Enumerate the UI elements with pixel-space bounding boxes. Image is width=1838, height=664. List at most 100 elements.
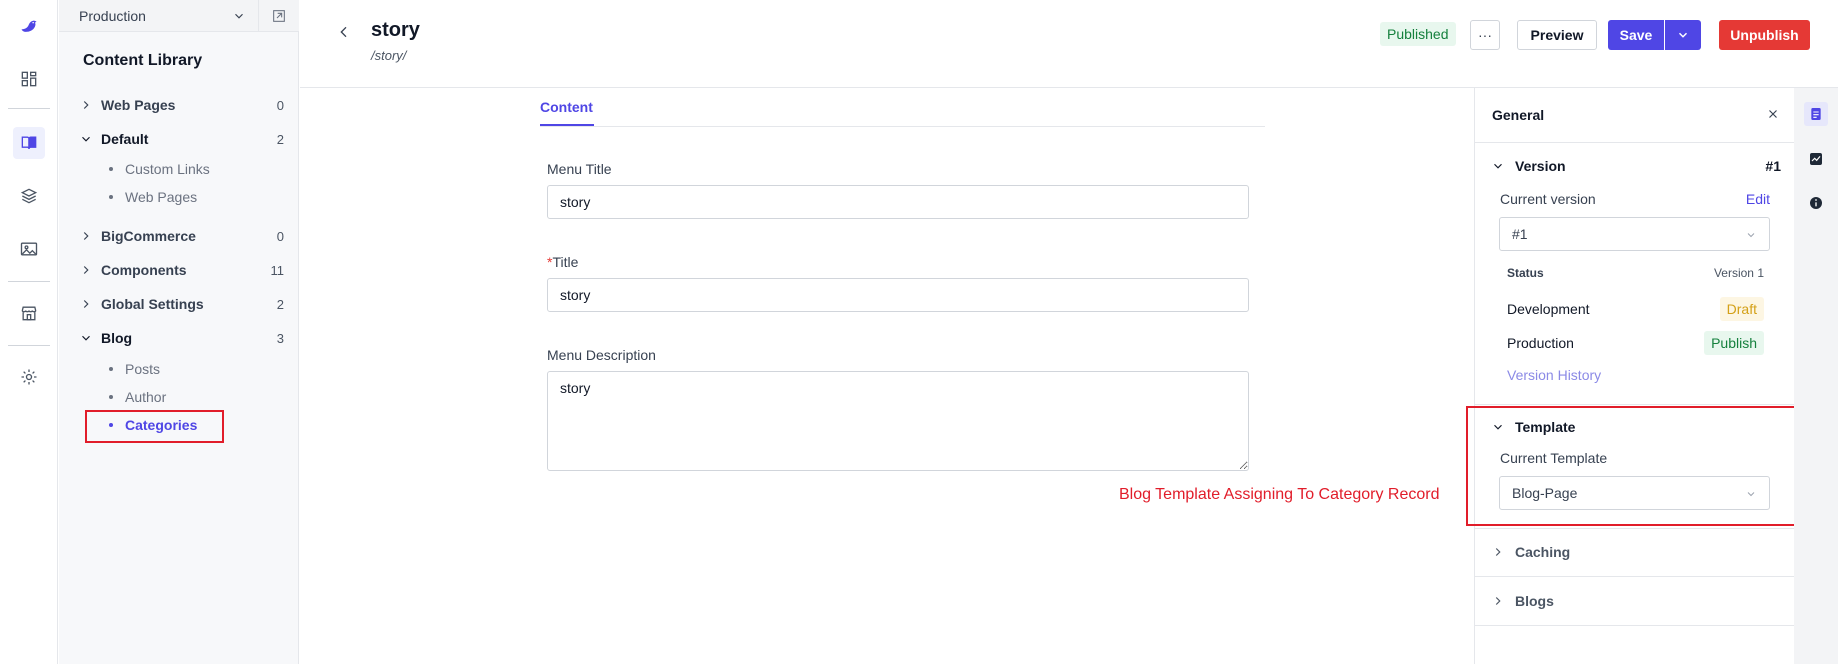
current-version-label: Current version xyxy=(1500,191,1596,207)
info-icon[interactable] xyxy=(1804,191,1828,215)
title-input[interactable] xyxy=(547,278,1249,312)
bullet xyxy=(109,195,113,199)
page-header: story /story/ Published ··· Preview Save… xyxy=(300,0,1838,88)
rail-divider xyxy=(8,108,50,109)
section-version[interactable]: Version #1 xyxy=(1491,156,1781,176)
tree-item-components[interactable]: Components 11 xyxy=(79,259,284,281)
tree-item-default[interactable]: Default 2 xyxy=(79,128,284,150)
menu-description-textarea[interactable]: story xyxy=(547,371,1249,471)
version-select[interactable]: #1 xyxy=(1499,217,1770,251)
chevron-down-icon xyxy=(82,136,90,142)
more-options-button[interactable]: ··· xyxy=(1470,20,1500,50)
back-arrow-icon[interactable] xyxy=(336,24,352,40)
bird-logo-icon[interactable] xyxy=(13,10,45,42)
tree-item-count: 0 xyxy=(276,228,284,244)
menu-title-input[interactable] xyxy=(547,185,1249,219)
rail-divider xyxy=(8,345,50,346)
status-badge: Published xyxy=(1380,22,1456,46)
tree-subitem-custom-links[interactable]: Custom Links xyxy=(109,159,210,179)
rail-divider xyxy=(8,281,50,282)
layers-icon[interactable] xyxy=(13,180,45,212)
tree-item-global-settings[interactable]: Global Settings 2 xyxy=(79,293,284,315)
chevron-down-icon xyxy=(1747,233,1755,238)
chevron-right-icon xyxy=(1495,597,1501,605)
tree-item-count: 0 xyxy=(276,97,284,113)
storefront-icon[interactable] xyxy=(13,297,45,329)
analytics-icon[interactable] xyxy=(1804,147,1828,171)
section-blogs[interactable]: Blogs xyxy=(1491,591,1781,611)
content-book-icon[interactable] xyxy=(13,127,45,159)
gear-icon[interactable] xyxy=(13,361,45,393)
development-label: Development xyxy=(1507,301,1590,317)
tree-item-label: Web Pages xyxy=(101,97,176,113)
document-icon[interactable] xyxy=(1804,102,1828,126)
unpublish-button[interactable]: Unpublish xyxy=(1719,20,1810,50)
preview-button[interactable]: Preview xyxy=(1517,20,1597,50)
content-library-sidebar: Production Content Library Web Pages 0 D… xyxy=(59,0,299,664)
section-title: Blogs xyxy=(1515,593,1554,609)
chevron-down-icon xyxy=(82,335,90,341)
tree-item-label: BigCommerce xyxy=(101,228,196,244)
save-options-button[interactable] xyxy=(1665,20,1701,50)
tree-item-label: Default xyxy=(101,131,149,147)
status-version: Version 1 xyxy=(1713,266,1764,280)
chevron-down-icon xyxy=(235,13,243,19)
tree-item-label: Components xyxy=(101,262,187,278)
tree-item-count: 2 xyxy=(276,296,284,312)
panel-divider xyxy=(1475,404,1794,405)
panel-rail xyxy=(1794,88,1838,664)
section-title: Version xyxy=(1515,158,1566,174)
tree-item-blog[interactable]: Blog 3 xyxy=(79,327,284,349)
chevron-down-icon xyxy=(1678,32,1688,38)
section-caching[interactable]: Caching xyxy=(1491,542,1781,562)
edit-version-link[interactable]: Edit xyxy=(1746,191,1770,207)
subitem-label: Custom Links xyxy=(125,161,210,177)
title-label: *Title xyxy=(547,254,578,270)
publish-badge: Publish xyxy=(1704,331,1764,355)
production-label: Production xyxy=(1507,335,1574,351)
tree-item-count: 2 xyxy=(276,131,284,147)
app-rail xyxy=(0,0,58,664)
chevron-right-icon xyxy=(83,232,89,240)
panel-divider xyxy=(1475,528,1794,529)
status-label: Status xyxy=(1507,266,1544,280)
tree-item-bigcommerce[interactable]: BigCommerce 0 xyxy=(79,225,284,247)
version-number: #1 xyxy=(1765,158,1781,174)
environment-select[interactable]: Production xyxy=(59,0,259,32)
bullet xyxy=(109,367,113,371)
highlight-box-categories xyxy=(85,410,224,443)
chevron-right-icon xyxy=(83,101,89,109)
tree-subitem-posts[interactable]: Posts xyxy=(109,359,160,379)
version-history-link[interactable]: Version History xyxy=(1507,367,1601,383)
tab-divider xyxy=(540,126,1265,127)
close-icon[interactable] xyxy=(1766,107,1780,121)
menu-title-label: Menu Title xyxy=(547,161,612,177)
library-title: Content Library xyxy=(83,52,203,69)
panel-divider xyxy=(1475,625,1794,626)
save-button[interactable]: Save xyxy=(1608,20,1664,50)
image-icon[interactable] xyxy=(13,233,45,265)
chevron-right-icon xyxy=(83,300,89,308)
tree-item-count: 11 xyxy=(270,262,285,278)
page-title: story xyxy=(371,19,420,41)
open-external-icon xyxy=(273,9,285,22)
dashboard-grid-icon[interactable] xyxy=(13,63,45,95)
tree-item-count: 3 xyxy=(276,330,284,346)
subitem-label: Web Pages xyxy=(125,189,198,205)
open-external-button[interactable] xyxy=(259,0,299,32)
bullet xyxy=(109,167,113,171)
draft-badge: Draft xyxy=(1719,297,1764,321)
subitem-label: Posts xyxy=(125,361,161,377)
tab-content[interactable]: Content xyxy=(540,99,593,115)
chevron-right-icon xyxy=(83,266,89,274)
tree-item-web-pages[interactable]: Web Pages 0 xyxy=(79,94,284,116)
version-select-value: #1 xyxy=(1512,226,1528,242)
tree-subitem-author[interactable]: Author xyxy=(109,387,166,407)
page-path: /story/ xyxy=(371,48,407,63)
chevron-down-icon xyxy=(1494,163,1502,169)
menu-description-label: Menu Description xyxy=(547,347,656,363)
tree-item-label: Blog xyxy=(101,330,133,346)
tree-subitem-web-pages[interactable]: Web Pages xyxy=(109,187,197,207)
tree-item-label: Global Settings xyxy=(101,296,204,312)
panel-divider xyxy=(1475,576,1794,577)
